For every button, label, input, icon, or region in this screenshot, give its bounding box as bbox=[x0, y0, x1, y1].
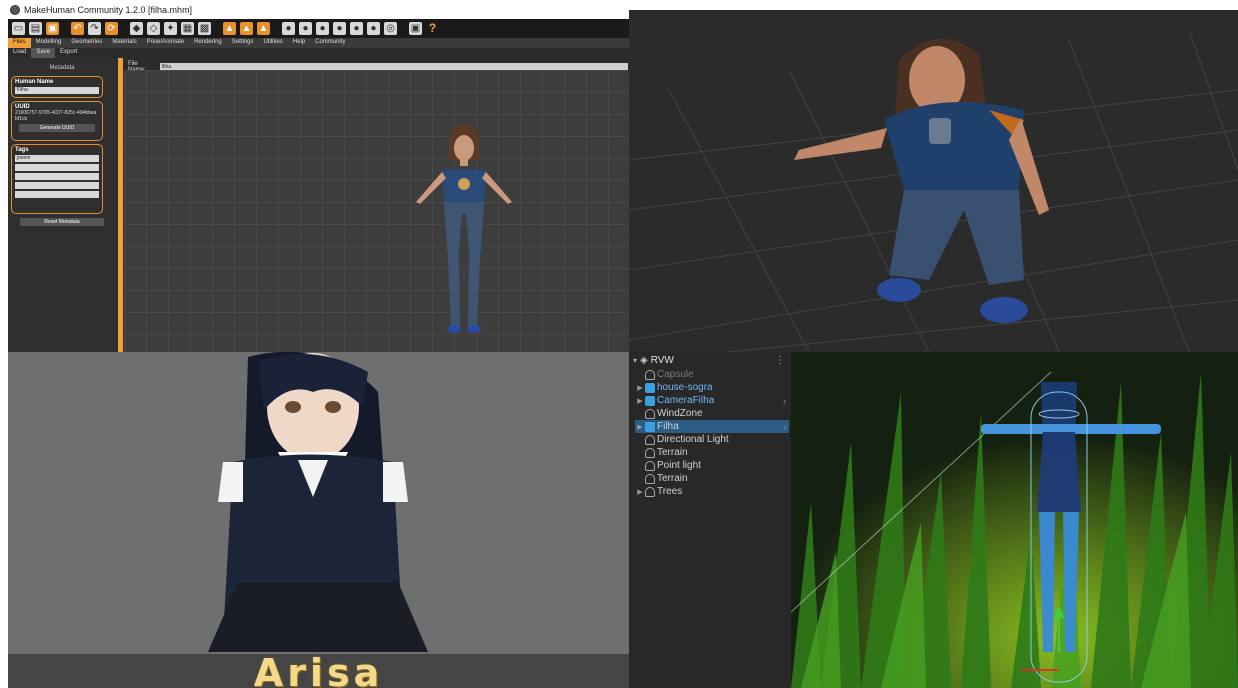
chevron-right-icon[interactable]: › bbox=[783, 396, 786, 406]
hierarchy-panel: ▾ ◈ RVW ⋮ Capsule ▶ house-sogra ▶ Camera… bbox=[629, 352, 789, 688]
tab-settings[interactable]: Settings bbox=[227, 38, 259, 48]
makehuman-window: MakeHuman Community 1.2.0 [filha.mhm] ▭ … bbox=[8, 0, 629, 352]
tags-label: Tags bbox=[15, 147, 29, 153]
hierarchy-item-terrain-2[interactable]: Terrain bbox=[635, 472, 789, 485]
generate-uuid-button[interactable]: Generate UUID bbox=[19, 124, 95, 132]
3d-render-preview bbox=[629, 10, 1238, 352]
hierarchy-item-camerafilha[interactable]: ▶ CameraFilha › bbox=[635, 394, 789, 407]
hierarchy-item-directional-light[interactable]: Directional Light bbox=[635, 433, 789, 446]
tag-field-1[interactable]: jovem bbox=[15, 155, 99, 162]
expand-arrow-icon[interactable]: ▶ bbox=[635, 397, 645, 405]
reset-camera-icon[interactable]: ◎ bbox=[384, 22, 397, 35]
gameobject-icon bbox=[645, 369, 655, 380]
redo-icon[interactable]: ↷ bbox=[88, 22, 101, 35]
subtab-export[interactable]: Export bbox=[55, 48, 82, 58]
help-icon[interactable]: ? bbox=[426, 22, 439, 35]
hierarchy-list: Capsule ▶ house-sogra ▶ CameraFilha › Wi… bbox=[629, 368, 789, 498]
hierarchy-item-capsule[interactable]: Capsule bbox=[635, 368, 789, 381]
window-titlebar: MakeHuman Community 1.2.0 [filha.mhm] bbox=[8, 0, 629, 19]
tab-utilities[interactable]: Utilities bbox=[258, 38, 287, 48]
undo-icon[interactable]: ↶ bbox=[71, 22, 84, 35]
window-title: MakeHuman Community 1.2.0 [filha.mhm] bbox=[24, 4, 193, 15]
screenshot-icon[interactable]: ▣ bbox=[409, 22, 422, 35]
unity-editor: ▾ ◈ RVW ⋮ Capsule ▶ house-sogra ▶ Camera… bbox=[629, 352, 1238, 688]
main-tabs: Files Modelling Geometries Materials Pos… bbox=[8, 38, 629, 48]
uuid-group: UUID 21906757-9705-4037-825c-494bbeabf1c… bbox=[11, 101, 103, 141]
tab-files[interactable]: Files bbox=[8, 38, 31, 48]
symmetry-right-icon[interactable]: ▲ bbox=[223, 22, 236, 35]
gameobject-icon bbox=[645, 408, 655, 419]
character-name: Arisa bbox=[253, 651, 384, 688]
tab-help[interactable]: Help bbox=[288, 38, 310, 48]
back-view-icon[interactable]: ● bbox=[299, 22, 312, 35]
makehuman-logo-icon bbox=[10, 4, 20, 15]
tab-rendering[interactable]: Rendering bbox=[189, 38, 227, 48]
tag-field-2[interactable] bbox=[15, 164, 99, 171]
panel-splitter[interactable] bbox=[118, 58, 123, 352]
hierarchy-item-windzone[interactable]: WindZone bbox=[635, 407, 789, 420]
new-file-icon[interactable]: ▭ bbox=[12, 22, 25, 35]
gameobject-icon bbox=[645, 434, 655, 445]
expand-arrow-icon[interactable]: ▶ bbox=[635, 384, 645, 392]
human-name-label: Human Name bbox=[15, 79, 54, 85]
front-view-icon[interactable]: ● bbox=[282, 22, 295, 35]
expand-arrow-icon[interactable]: ▾ bbox=[633, 356, 637, 365]
smooth-icon[interactable]: ◆ bbox=[130, 22, 143, 35]
left-view-icon[interactable]: ● bbox=[316, 22, 329, 35]
metadata-heading: Metadata bbox=[49, 65, 75, 71]
reset-icon[interactable]: ⟳ bbox=[105, 22, 118, 35]
tab-pose-animate[interactable]: Pose/Animate bbox=[142, 38, 189, 48]
pose-icon[interactable]: ✦ bbox=[164, 22, 177, 35]
tab-materials[interactable]: Materials bbox=[107, 38, 141, 48]
hierarchy-item-terrain[interactable]: Terrain bbox=[635, 446, 789, 459]
tab-geometries[interactable]: Geometries bbox=[66, 38, 107, 48]
chevron-right-icon[interactable]: › bbox=[783, 422, 786, 432]
scene-view[interactable] bbox=[791, 352, 1238, 688]
symmetry-left-icon[interactable]: ▲ bbox=[240, 22, 253, 35]
expand-arrow-icon[interactable]: ▶ bbox=[635, 423, 645, 431]
human-name-group: Human Name Filha bbox=[11, 76, 103, 98]
tag-field-4[interactable] bbox=[15, 182, 99, 189]
tag-field-3[interactable] bbox=[15, 173, 99, 180]
expand-arrow-icon[interactable]: ▶ bbox=[635, 488, 645, 496]
metadata-panel: Metadata Human Name Filha UUID 21906757-… bbox=[8, 58, 116, 352]
prefab-icon bbox=[645, 382, 655, 393]
hierarchy-item-house-sogra[interactable]: ▶ house-sogra bbox=[635, 381, 789, 394]
sub-tabs: Load Save Export bbox=[8, 48, 118, 58]
gameobject-icon bbox=[645, 447, 655, 458]
hierarchy-item-filha[interactable]: ▶ Filha › bbox=[635, 420, 789, 433]
top-view-icon[interactable]: ● bbox=[350, 22, 363, 35]
hierarchy-header: ▾ ◈ RVW ⋮ bbox=[629, 352, 789, 368]
subtab-load[interactable]: Load bbox=[8, 48, 31, 58]
tags-group: Tags jovem bbox=[11, 144, 103, 214]
tab-modelling[interactable]: Modelling bbox=[31, 38, 67, 48]
menu-icon[interactable]: ⋮ bbox=[775, 355, 785, 366]
gameobject-icon bbox=[645, 473, 655, 484]
reset-metadata-button[interactable]: Reset Metadata bbox=[20, 218, 104, 226]
hierarchy-item-point-light[interactable]: Point light bbox=[635, 459, 789, 472]
prefab-icon bbox=[645, 395, 655, 406]
gameobject-icon bbox=[645, 460, 655, 471]
scene-name: RVW bbox=[650, 354, 674, 366]
right-view-icon[interactable]: ● bbox=[333, 22, 346, 35]
export-icon[interactable]: ▣ bbox=[46, 22, 59, 35]
hierarchy-item-trees[interactable]: ▶ Trees bbox=[635, 485, 789, 498]
unity-scene-icon: ◈ bbox=[640, 354, 648, 366]
3d-viewport[interactable] bbox=[124, 70, 629, 352]
gameobject-icon bbox=[645, 486, 655, 497]
symmetry-icon[interactable]: ▲ bbox=[257, 22, 270, 35]
checker-icon[interactable]: ▩ bbox=[198, 22, 211, 35]
save-icon[interactable]: ▤ bbox=[29, 22, 42, 35]
subtab-save[interactable]: Save bbox=[31, 48, 56, 58]
wireframe-icon[interactable]: ◇ bbox=[147, 22, 160, 35]
tag-field-5[interactable] bbox=[15, 191, 99, 198]
toolbar: ▭ ▤ ▣ ↶ ↷ ⟳ ◆ ◇ ✦ ▦ ▩ ▲ ▲ ▲ ● ● ● ● ● ● … bbox=[8, 19, 629, 38]
character-preview: Arisa bbox=[8, 352, 629, 688]
prefab-icon bbox=[645, 421, 655, 432]
tab-community[interactable]: Community bbox=[310, 38, 350, 48]
bottom-view-icon[interactable]: ● bbox=[367, 22, 380, 35]
grid-icon[interactable]: ▦ bbox=[181, 22, 194, 35]
uuid-value: 21906757-9705-4037-825c-494bbeabf1cb bbox=[15, 110, 97, 122]
human-name-field[interactable]: Filha bbox=[15, 87, 99, 94]
